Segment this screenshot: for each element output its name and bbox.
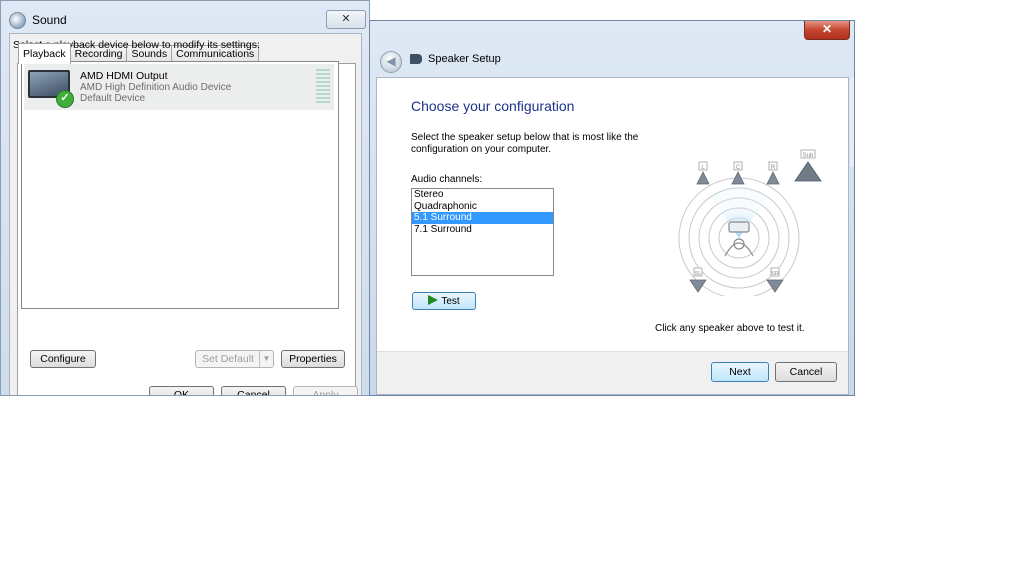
chevron-down-icon[interactable]: ▼ bbox=[259, 351, 273, 367]
speaker-label-r: R bbox=[771, 165, 776, 171]
speaker-subwoofer[interactable]: Sub bbox=[794, 149, 822, 182]
next-button[interactable]: Next bbox=[711, 362, 769, 382]
sound-titlebar: Sound bbox=[9, 9, 67, 31]
apply-button[interactable]: Apply bbox=[293, 386, 358, 395]
speaker-label-sr: SR bbox=[771, 271, 779, 277]
speaker-icon bbox=[9, 11, 26, 29]
sound-close-button[interactable]: ✕ bbox=[326, 10, 366, 29]
speaker-setup-title: Speaker Setup bbox=[428, 53, 501, 65]
channel-item-5-1-surround[interactable]: 5.1 Surround bbox=[412, 212, 553, 224]
sound-window: Sound ✕ Playback Recording Sounds Commun… bbox=[0, 0, 370, 396]
channel-item-stereo[interactable]: Stereo bbox=[412, 189, 553, 201]
cancel-button[interactable]: Cancel bbox=[221, 386, 286, 395]
speaker-setup-footer: Next Cancel bbox=[377, 351, 848, 394]
speaker-right[interactable]: R bbox=[766, 161, 780, 185]
speaker-left[interactable]: L bbox=[696, 161, 710, 185]
speaker-surround-right[interactable]: SR bbox=[766, 267, 784, 293]
speaker-surround-left[interactable]: SL bbox=[689, 267, 707, 293]
monitor-icon: ✓ bbox=[28, 70, 74, 108]
device-name: AMD HDMI Output bbox=[80, 70, 168, 82]
properties-button[interactable]: Properties bbox=[281, 350, 345, 368]
set-default-label: Set Default bbox=[202, 353, 254, 365]
device-state: Default Device bbox=[80, 93, 146, 104]
ok-button[interactable]: OK bbox=[149, 386, 214, 395]
speaker-setup-body: Choose your configuration Select the spe… bbox=[376, 77, 849, 395]
speaker-setup-window: ✕ ◀ Speaker Setup Choose your configurat… bbox=[369, 20, 855, 396]
sound-window-title: Sound bbox=[32, 13, 67, 27]
back-arrow-icon[interactable]: ◀ bbox=[380, 51, 402, 73]
speaker-label-sl: SL bbox=[695, 271, 702, 277]
configure-button[interactable]: Configure bbox=[30, 350, 96, 368]
speaker-setup-icon bbox=[410, 54, 422, 64]
tab-playback[interactable]: Playback bbox=[18, 43, 71, 64]
speaker-label-sub: Sub bbox=[803, 153, 814, 159]
channel-item-7-1-surround[interactable]: 7.1 Surround bbox=[412, 224, 553, 236]
speaker-cancel-button[interactable]: Cancel bbox=[775, 362, 837, 382]
audio-channels-label: Audio channels: bbox=[411, 174, 483, 185]
test-label: Test bbox=[441, 296, 460, 307]
default-check-icon: ✓ bbox=[56, 90, 74, 108]
play-icon bbox=[428, 295, 439, 305]
speaker-label-c: C bbox=[736, 165, 741, 171]
device-item-amd-hdmi[interactable]: ✓ AMD HDMI Output AMD High Definition Au… bbox=[24, 64, 334, 110]
test-button[interactable]: Test bbox=[412, 292, 476, 310]
listener-icon bbox=[724, 221, 754, 257]
set-default-button[interactable]: Set Default ▼ bbox=[195, 350, 274, 368]
device-driver: AMD High Definition Audio Device bbox=[80, 82, 232, 93]
volume-meter bbox=[316, 69, 330, 105]
speaker-setup-titlebar: Speaker Setup bbox=[410, 53, 501, 65]
page-title: Choose your configuration bbox=[411, 98, 575, 114]
configuration-description: Select the speaker setup below that is m… bbox=[411, 132, 639, 155]
channel-item-quadraphonic[interactable]: Quadraphonic bbox=[412, 201, 553, 213]
speaker-center[interactable]: C bbox=[731, 161, 745, 185]
playback-device-list[interactable]: ✓ AMD HDMI Output AMD High Definition Au… bbox=[21, 61, 339, 309]
speaker-diagram: L C R Sub SL SR bbox=[678, 149, 822, 296]
audio-channels-list[interactable]: Stereo Quadraphonic 5.1 Surround 7.1 Sur… bbox=[411, 188, 554, 276]
speaker-setup-close-button[interactable]: ✕ bbox=[804, 21, 850, 40]
speaker-test-hint: Click any speaker above to test it. bbox=[655, 323, 805, 334]
window-edge bbox=[850, 77, 854, 167]
